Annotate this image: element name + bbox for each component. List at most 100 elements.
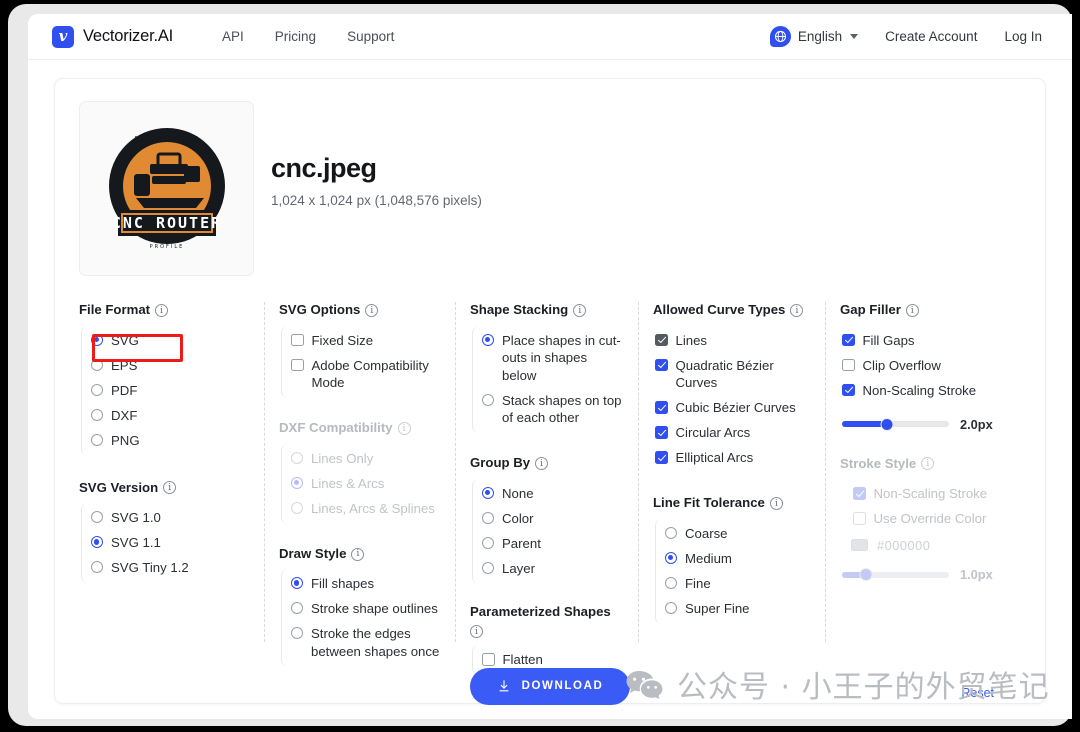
column-file-format: File Format i SVG EPS PDF DXF PNG SVG Ve… — [79, 302, 264, 642]
radio-option-svg-tiny-12[interactable]: SVG Tiny 1.2 — [91, 555, 250, 580]
radio-group-line-fit-tolerance: Coarse Medium Fine Super Fine — [655, 518, 811, 624]
info-icon[interactable]: i — [790, 303, 804, 317]
radio-option-eps[interactable]: EPS — [91, 353, 250, 378]
info-icon[interactable]: i — [573, 303, 587, 317]
page-viewport: v Vectorizer.AI API Pricing Support Engl… — [28, 14, 1072, 719]
radio-option-svg[interactable]: SVG — [91, 328, 250, 353]
result-card: CNC ROUTER PRECISION CUT PROFILE cnc.jpe… — [54, 78, 1046, 705]
radio-option-svg-11[interactable]: SVG 1.1 — [91, 530, 250, 555]
download-button[interactable]: DOWNLOAD — [469, 667, 631, 705]
group-title: Allowed Curve Types i — [653, 302, 811, 319]
radio-icon — [665, 601, 677, 614]
file-name: cnc.jpeg — [271, 153, 377, 183]
nav-item-pricing[interactable]: Pricing — [275, 29, 316, 44]
svg-text:PROFILE: PROFILE — [149, 244, 184, 250]
radio-option-layer[interactable]: Layer — [482, 556, 624, 581]
radio-icon — [482, 536, 494, 549]
option-label: Use Override Color — [873, 511, 987, 527]
radio-icon — [482, 393, 494, 406]
radio-option-color[interactable]: Color — [482, 506, 624, 531]
group-title-label: SVG Version — [79, 479, 159, 495]
checkbox-option-fill-gaps[interactable]: Fill Gaps — [842, 328, 1001, 353]
nav-item-api[interactable]: API — [222, 29, 244, 44]
info-icon[interactable]: i — [397, 421, 411, 435]
radio-option-stack-shapes-on-top[interactable]: Stack shapes on top of each other — [482, 388, 624, 431]
group-title: DXF Compatibility i — [279, 420, 441, 437]
info-icon[interactable]: i — [365, 303, 379, 317]
radio-icon — [291, 451, 303, 464]
info-icon[interactable]: i — [535, 456, 549, 470]
option-label: Layer — [502, 560, 535, 576]
group-title-label: Parameterized Shapes — [470, 603, 611, 619]
info-icon[interactable]: i — [905, 303, 919, 317]
info-icon[interactable]: i — [351, 547, 365, 561]
info-icon[interactable]: i — [155, 303, 169, 317]
radio-icon — [482, 511, 494, 524]
info-icon[interactable]: i — [163, 481, 177, 495]
brand[interactable]: v Vectorizer.AI — [52, 25, 173, 48]
language-selector[interactable]: English — [769, 26, 859, 47]
info-icon[interactable]: i — [921, 457, 935, 471]
option-label: Cubic Bézier Curves — [675, 400, 796, 416]
radio-option-lines-arcs-splines: Lines, Arcs & Splines — [291, 496, 441, 521]
checkbox-option-quadratic-bezier-curves[interactable]: Quadratic Bézier Curves — [655, 353, 811, 396]
gap-filler-slider[interactable] — [842, 417, 949, 431]
column-gap-filler: Gap Filler i Fill Gaps Clip Overflow Non… — [825, 302, 1015, 642]
radio-icon — [91, 333, 103, 346]
radio-group-dxf-compatibility: Lines Only Lines & Arcs Lines, Arcs & Sp… — [281, 443, 441, 524]
radio-group-draw-style: Fill shapes Stroke shape outlines Stroke… — [281, 569, 441, 667]
group-allowed-curve-types: Allowed Curve Types i Lines Quadratic Bé… — [653, 302, 811, 473]
info-icon[interactable]: i — [470, 625, 483, 639]
checkbox-icon — [853, 487, 866, 500]
checkbox-option-fixed-size[interactable]: Fixed Size — [291, 328, 441, 353]
radio-option-fill-shapes[interactable]: Fill shapes — [291, 571, 441, 596]
radio-option-super-fine[interactable]: Super Fine — [665, 596, 811, 621]
option-label: Medium — [685, 550, 732, 566]
download-icon — [499, 680, 508, 692]
slider-thumb[interactable] — [880, 417, 894, 431]
radio-option-png[interactable]: PNG — [91, 428, 250, 453]
option-label: PNG — [111, 432, 140, 448]
reset-link[interactable]: Reset — [961, 686, 994, 700]
radio-option-none[interactable]: None — [482, 481, 624, 506]
checkbox-group-allowed-curve-types: Lines Quadratic Bézier Curves Cubic Bézi… — [655, 326, 811, 474]
radio-icon — [291, 602, 303, 615]
log-in-link[interactable]: Log In — [1004, 29, 1042, 44]
checkbox-option-clip-overflow[interactable]: Clip Overflow — [842, 353, 1001, 378]
card-footer: DOWNLOAD Reset — [79, 658, 1021, 714]
checkbox-option-adobe-compatibility-mode[interactable]: Adobe Compatibility Mode — [291, 353, 441, 396]
checkbox-option-elliptical-arcs[interactable]: Elliptical Arcs — [655, 445, 811, 470]
column-shape-stacking: Shape Stacking i Place shapes in cut-out… — [455, 302, 638, 676]
option-label: SVG Tiny 1.2 — [111, 560, 189, 576]
option-label: SVG — [111, 332, 139, 348]
option-label: EPS — [111, 357, 138, 373]
radio-option-lines-and-arcs: Lines & Arcs — [291, 471, 441, 496]
radio-icon — [665, 576, 677, 589]
checkbox-option-circular-arcs[interactable]: Circular Arcs — [655, 420, 811, 445]
radio-option-parent[interactable]: Parent — [482, 531, 624, 556]
radio-icon — [291, 577, 303, 590]
radio-option-dxf[interactable]: DXF — [91, 403, 250, 428]
option-label: Circular Arcs — [675, 425, 751, 441]
radio-option-fine[interactable]: Fine — [665, 571, 811, 596]
image-thumbnail[interactable]: CNC ROUTER PRECISION CUT PROFILE — [79, 101, 254, 276]
radio-option-svg-10[interactable]: SVG 1.0 — [91, 505, 250, 530]
option-label: Quadratic Bézier Curves — [675, 357, 774, 391]
radio-option-pdf[interactable]: PDF — [91, 378, 250, 403]
override-color-value: #000000 — [877, 537, 931, 553]
group-draw-style: Draw Style i Fill shapes Stroke shape ou… — [279, 546, 441, 667]
checkbox-option-non-scaling-stroke[interactable]: Non-Scaling Stroke — [842, 378, 1001, 403]
info-icon[interactable]: i — [769, 497, 783, 511]
group-line-fit-tolerance: Line Fit Tolerance i Coarse Medium Fine … — [653, 495, 811, 624]
radio-option-coarse[interactable]: Coarse — [665, 521, 811, 546]
radio-option-stroke-shape-outlines[interactable]: Stroke shape outlines — [291, 596, 441, 621]
nav-item-support[interactable]: Support — [347, 29, 394, 44]
override-color-row: #000000 — [851, 534, 1001, 556]
radio-icon — [91, 358, 103, 371]
group-title-label: Gap Filler — [840, 302, 901, 317]
radio-option-medium[interactable]: Medium — [665, 546, 811, 571]
create-account-link[interactable]: Create Account — [885, 29, 977, 44]
site-header: v Vectorizer.AI API Pricing Support Engl… — [28, 14, 1072, 60]
radio-option-place-shapes-in-cutouts[interactable]: Place shapes in cut-outs in shapes below — [482, 328, 624, 388]
checkbox-option-cubic-bezier-curves[interactable]: Cubic Bézier Curves — [655, 395, 811, 420]
